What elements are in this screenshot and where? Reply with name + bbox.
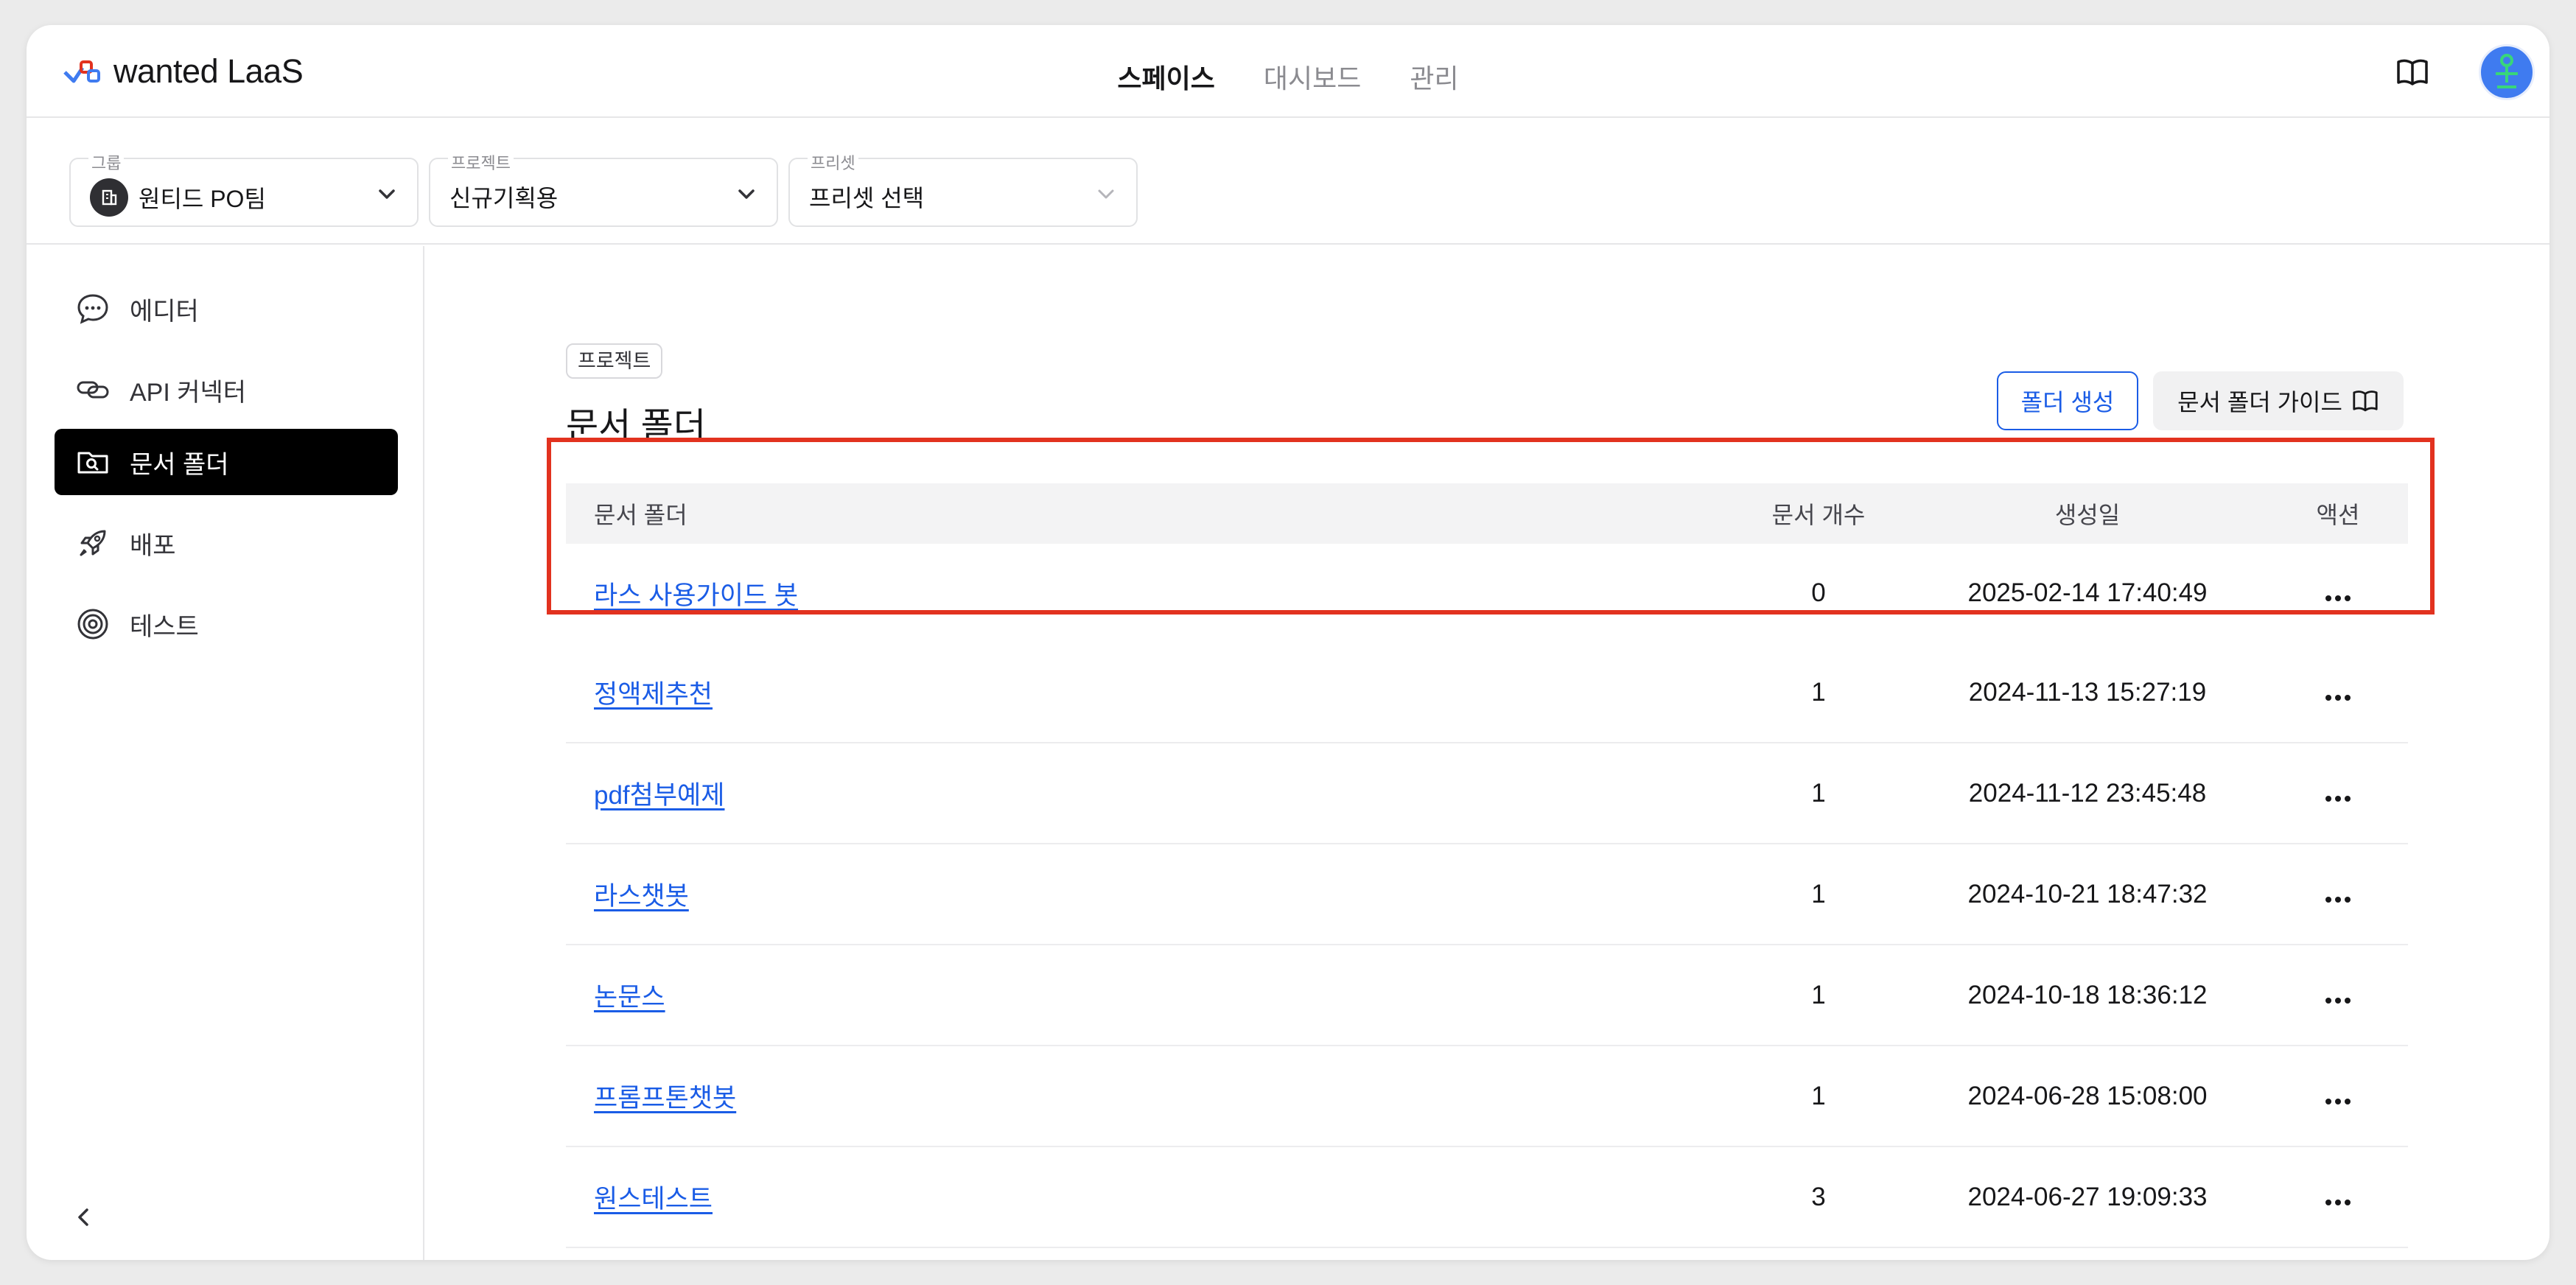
created-date: 2025-02-14 17:40:49: [1967, 578, 2208, 607]
created-date: 2024-06-27 19:09:33: [1967, 1182, 2208, 1211]
project-select[interactable]: 프로젝트 신규기획용: [429, 150, 778, 227]
chevron-down-icon: [738, 189, 755, 199]
top-right-actions: [2393, 44, 2535, 100]
project-select-value: 신규기획용: [449, 185, 559, 211]
book-icon: [2353, 391, 2378, 412]
sidebar: 에디터 API 커넥터 문서 폴더 배포 테스트: [27, 246, 424, 1260]
table-row: 정액제추천 1 2024-11-13 15:27:19: [566, 642, 2408, 743]
header-action: 액션: [2316, 502, 2360, 528]
sidebar-item-deploy[interactable]: 배포: [55, 510, 398, 576]
selector-bar: 그룹 원티드 PO팀 프로젝트 신규기획용 프리셋 프리셋 선택: [27, 119, 2549, 245]
page-title: 문서 폴더: [566, 407, 706, 446]
more-actions-icon[interactable]: [2325, 997, 2351, 1004]
group-select-label: 그룹: [88, 150, 125, 174]
table-row: pdf첨부예제 1 2024-11-12 23:45:48: [566, 743, 2408, 844]
folder-link[interactable]: 정액제추천: [594, 680, 713, 709]
created-date: 2024-06-28 15:08:00: [1967, 1081, 2208, 1110]
chevron-down-icon: [1098, 189, 1114, 199]
table-row: 라스 사용가이드 봇 0 2025-02-14 17:40:49: [566, 544, 2408, 642]
more-actions-icon[interactable]: [2325, 795, 2351, 802]
table-row: 원스테스트 3 2024-06-27 19:09:33: [566, 1147, 2408, 1248]
folder-link[interactable]: 프롬프톤챗봇: [594, 1084, 736, 1113]
folder-link[interactable]: 논문스: [594, 983, 665, 1012]
main-content: 프로젝트 문서 폴더 폴더 생성 문서 폴더 가이드 문서 폴더 문서 개수 생…: [426, 246, 2549, 1260]
chevron-down-icon: [379, 189, 395, 199]
chat-bubble-icon: [77, 294, 108, 324]
created-date: 2024-11-12 23:45:48: [1968, 778, 2207, 808]
more-actions-icon[interactable]: [2325, 1098, 2351, 1104]
doc-count: 1: [1811, 778, 1826, 808]
doc-count: 0: [1811, 578, 1826, 607]
folder-guide-button[interactable]: 문서 폴더 가이드: [2153, 371, 2404, 430]
scope-chip: 프로젝트: [566, 343, 663, 379]
building-icon: [90, 178, 128, 217]
user-figure-icon: [2496, 54, 2518, 88]
link-icon: [77, 381, 109, 399]
project-select-label: 프로젝트: [448, 150, 514, 174]
sidebar-item-label: 에디터: [130, 297, 199, 326]
sidebar-item-test[interactable]: 테스트: [55, 591, 398, 657]
sidebar-item-label: API 커넥터: [130, 378, 247, 407]
folder-search-icon: [77, 452, 108, 474]
collapse-sidebar-icon[interactable]: [69, 1202, 99, 1232]
preset-select-label: 프리셋: [808, 150, 858, 174]
table-row: 라스챗봇 1 2024-10-21 18:47:32: [566, 844, 2408, 945]
sidebar-item-label: 배포: [130, 531, 176, 560]
doc-count: 1: [1811, 677, 1826, 707]
folder-link[interactable]: 라스 사용가이드 봇: [594, 581, 798, 610]
created-date: 2024-11-13 15:27:19: [1968, 677, 2207, 707]
group-select[interactable]: 그룹 원티드 PO팀: [69, 150, 419, 227]
create-folder-button[interactable]: 폴더 생성: [1997, 371, 2138, 430]
avatar[interactable]: [2479, 44, 2535, 100]
app-window: wanted LaaS 스페이스 대시보드 관리 그룹 원티드 PO팀 프로젝트…: [27, 25, 2549, 1260]
create-folder-label: 폴더 생성: [2020, 389, 2115, 416]
sidebar-item-label: 문서 폴더: [130, 450, 229, 479]
table-row: 논문스 1 2024-10-18 18:36:12: [566, 945, 2408, 1046]
created-date: 2024-10-18 18:36:12: [1967, 980, 2208, 1009]
tab-admin[interactable]: 관리: [1410, 57, 1458, 96]
sidebar-item-document-folder[interactable]: 문서 폴더: [55, 429, 398, 495]
sidebar-item-editor[interactable]: 에디터: [55, 276, 398, 342]
more-actions-icon[interactable]: [2325, 1199, 2351, 1205]
table-row: 프롬프톤챗봇 1 2024-06-28 15:08:00: [566, 1046, 2408, 1147]
top-header: wanted LaaS 스페이스 대시보드 관리: [27, 25, 2549, 118]
more-actions-icon[interactable]: [2325, 595, 2351, 601]
folder-link[interactable]: 원스테스트: [594, 1185, 713, 1214]
top-nav: 스페이스 대시보드 관리: [27, 57, 2549, 96]
sidebar-item-api-connector[interactable]: API 커넥터: [55, 357, 398, 423]
more-actions-icon[interactable]: [2325, 694, 2351, 701]
folder-link[interactable]: 라스챗봇: [594, 882, 689, 911]
guide-book-button[interactable]: [2393, 53, 2432, 91]
table-header: 문서 폴더 문서 개수 생성일 액션: [566, 483, 2408, 544]
doc-count: 1: [1811, 980, 1826, 1009]
book-icon: [2397, 59, 2428, 85]
rocket-icon: [80, 530, 106, 556]
preset-select-value: 프리셋 선택: [809, 185, 925, 211]
target-icon: [77, 609, 108, 640]
doc-count: 1: [1811, 879, 1826, 908]
preset-select[interactable]: 프리셋 프리셋 선택: [788, 150, 1138, 227]
folder-table: 문서 폴더 문서 개수 생성일 액션 라스 사용가이드 봇 0 2025-02-…: [566, 483, 2408, 1248]
header-folder: 문서 폴더: [594, 502, 687, 528]
tab-space[interactable]: 스페이스: [1117, 57, 1214, 96]
header-count: 문서 개수: [1771, 502, 1866, 528]
group-select-value: 원티드 PO팀: [139, 186, 266, 212]
doc-count: 3: [1811, 1182, 1826, 1211]
doc-count: 1: [1811, 1081, 1826, 1110]
more-actions-icon[interactable]: [2325, 896, 2351, 903]
tab-dashboard[interactable]: 대시보드: [1264, 57, 1361, 96]
folder-guide-label: 문서 폴더 가이드: [2177, 389, 2342, 416]
sidebar-item-label: 테스트: [130, 612, 199, 641]
header-created: 생성일: [2054, 502, 2121, 528]
created-date: 2024-10-21 18:47:32: [1967, 879, 2208, 908]
folder-link[interactable]: pdf첨부예제: [594, 781, 724, 810]
